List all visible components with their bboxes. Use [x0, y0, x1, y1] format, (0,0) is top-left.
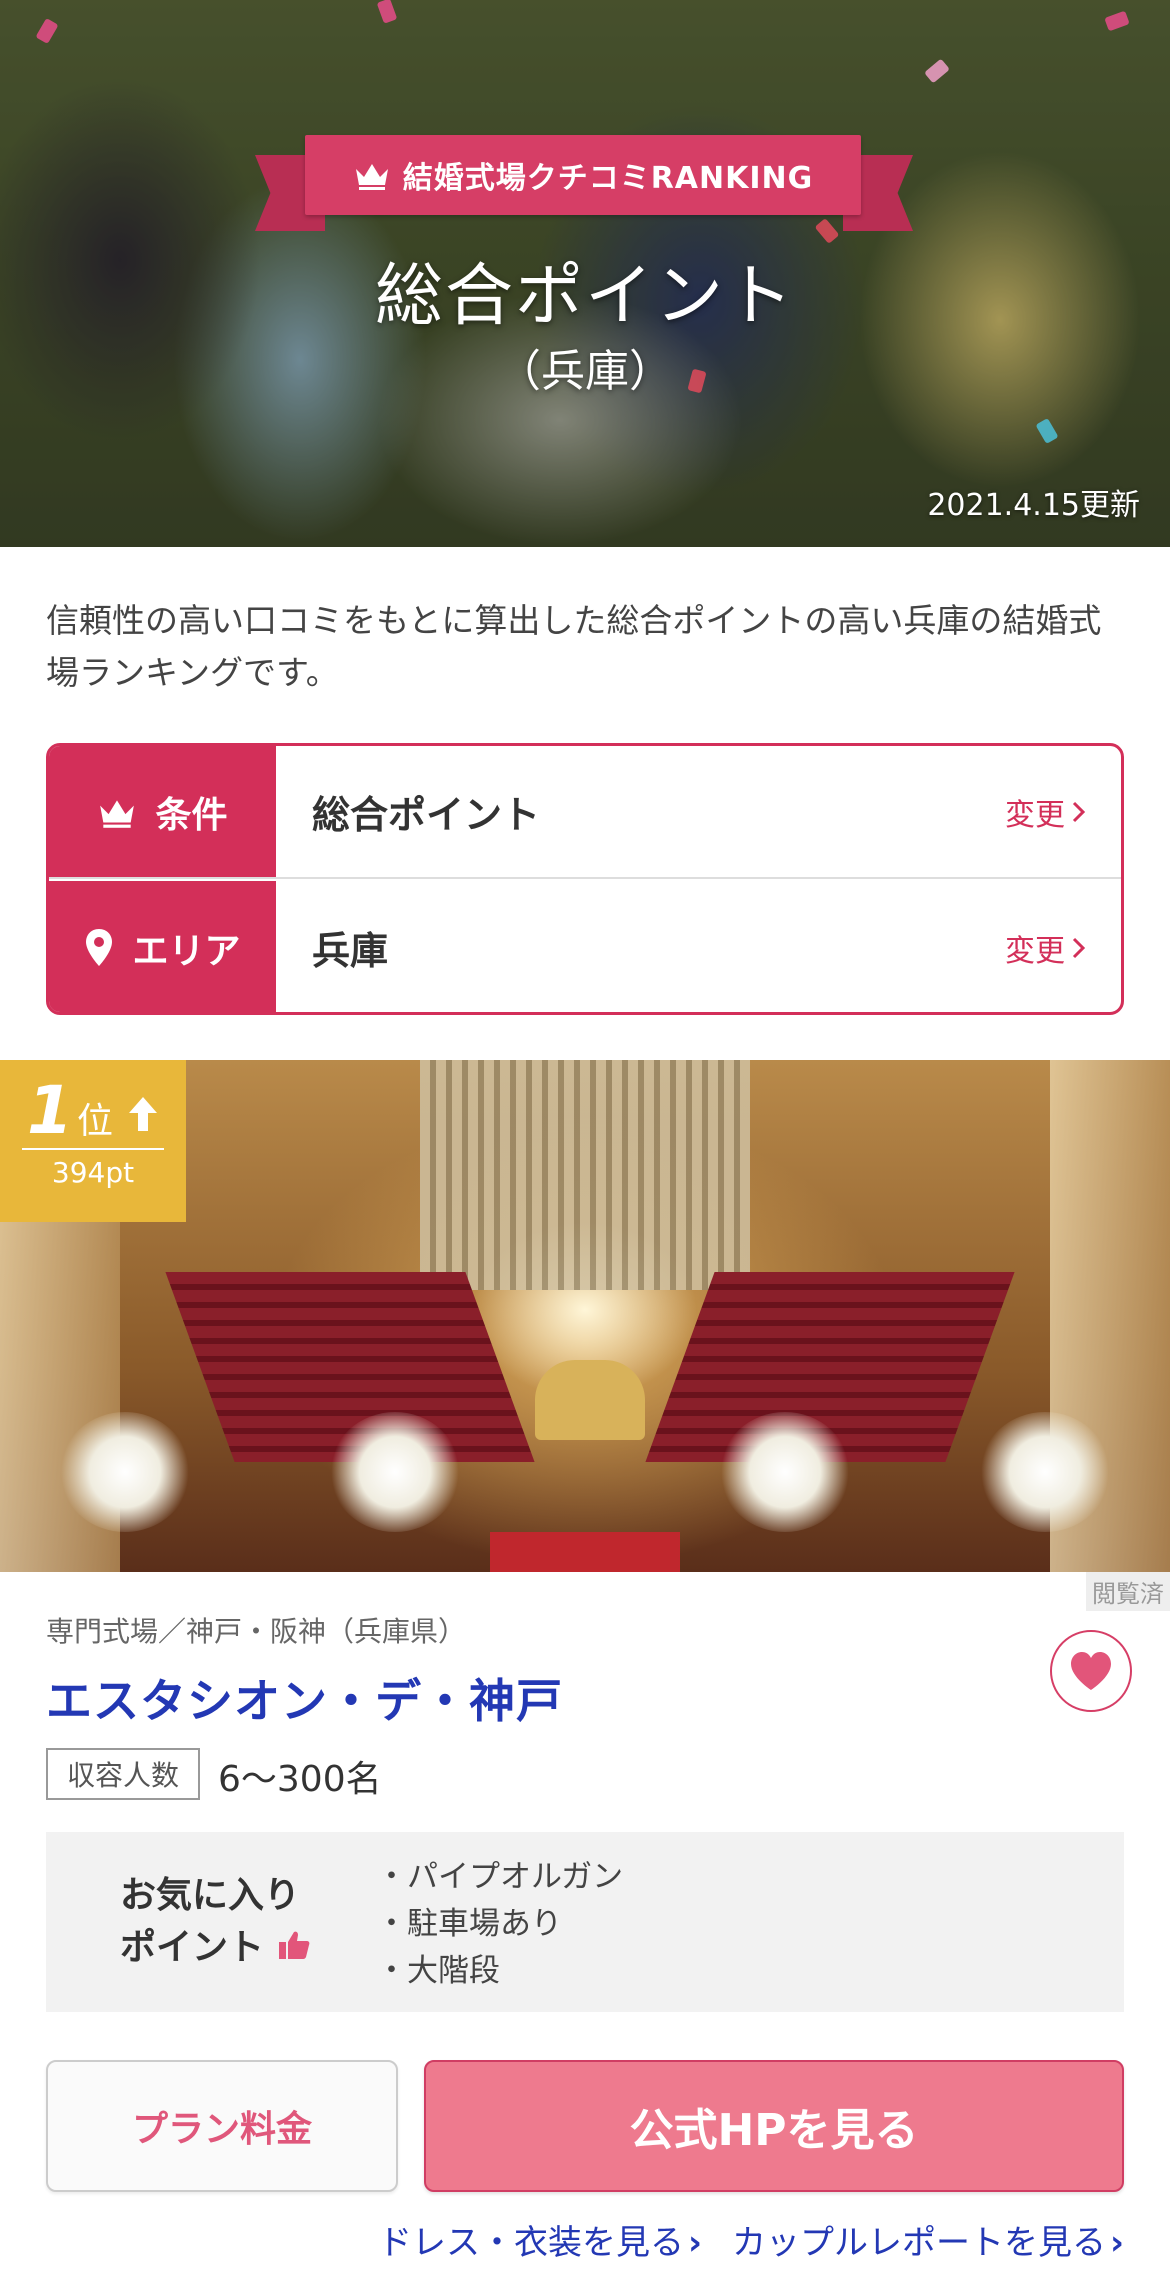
- area-label: エリア: [132, 930, 241, 972]
- change-criteria-link[interactable]: 変更: [1005, 746, 1121, 877]
- dress-link[interactable]: ドレス・衣装を見る ›: [378, 2215, 702, 2264]
- favorite-points-box: お気に入り ポイント ・パイプオルガン ・駐車場あり ・大階段: [46, 1832, 1124, 2012]
- flower-arrangement: [720, 1412, 850, 1532]
- thumbs-up-icon: [278, 1931, 309, 1959]
- favorite-points-title: お気に入り ポイント: [120, 1870, 311, 1974]
- area-label-box: エリア: [49, 881, 276, 1012]
- venue-name-link[interactable]: エスタシオン・デ・神戸: [46, 1665, 563, 1731]
- venue-category: 専門式場／神戸・阪神（兵庫県）: [46, 1615, 467, 1648]
- condition-row-criteria[interactable]: 条件 総合ポイント 変更: [49, 746, 1121, 879]
- flower-arrangement: [330, 1412, 460, 1532]
- chevron-right-icon: [1072, 801, 1086, 822]
- rank-badge: 1 位 394pt: [0, 1060, 186, 1222]
- dress-link-label: ドレス・衣装を見る: [377, 2223, 684, 2263]
- updated-date: 2021.4.15更新: [927, 488, 1140, 523]
- chevron-right-icon: ›: [687, 2223, 702, 2263]
- condition-value: 総合ポイント: [312, 793, 541, 837]
- page-subtitle: （兵庫）: [497, 346, 673, 397]
- favorite-points-list: ・パイプオルガン ・駐車場あり ・大階段: [376, 1854, 623, 1995]
- area-value: 兵庫: [312, 929, 389, 973]
- map-pin-icon: [86, 928, 113, 966]
- favorite-point-item: ・パイプオルガン: [376, 1859, 624, 1895]
- change-label: 変更: [1005, 797, 1065, 833]
- heart-icon: [1071, 1652, 1111, 1690]
- favorite-title-line1: お気に入り: [120, 1875, 301, 1916]
- chevron-right-icon: [1072, 937, 1086, 958]
- official-site-button[interactable]: 公式HPを見る: [424, 2060, 1124, 2192]
- crown-icon: [355, 164, 388, 190]
- rank-points: 394pt: [51, 1156, 135, 1189]
- flower-arrangement: [60, 1412, 190, 1532]
- grand-piano-graphic: [535, 1360, 645, 1440]
- condition-label-box: 条件: [49, 746, 276, 877]
- ranking-ribbon: 結婚式場クチコミRANKING: [305, 135, 861, 215]
- change-area-link[interactable]: 変更: [1005, 881, 1121, 1012]
- couple-report-link-label: カップルレポートを見る: [731, 2223, 1106, 2263]
- condition-panel: 条件 総合ポイント 変更 エリア 兵庫 変更: [46, 743, 1124, 1015]
- ranking-ribbon-label: 結婚式場クチコミRANKING: [402, 161, 814, 196]
- favorite-point-item: ・駐車場あり: [376, 1906, 562, 1942]
- hero-banner-image: 結婚式場クチコミRANKING 総合ポイント （兵庫） 2021.4.15更新: [0, 0, 1170, 547]
- rank-number: 1: [27, 1072, 73, 1149]
- arrow-up-icon: [128, 1097, 157, 1131]
- pipe-organ-graphic: [420, 1060, 750, 1290]
- condition-row-area[interactable]: エリア 兵庫 変更: [49, 881, 1121, 1012]
- crown-icon: [100, 799, 135, 828]
- condition-label: 条件: [155, 794, 228, 836]
- viewed-badge: 閲覧済: [1086, 1572, 1170, 1611]
- red-carpet-aisle: [490, 1532, 680, 1572]
- capacity-label: 収容人数: [46, 1748, 200, 1800]
- favorite-title-line2: ポイント: [120, 1927, 265, 1968]
- chevron-right-icon: ›: [1109, 2223, 1124, 2263]
- flower-arrangement: [980, 1412, 1110, 1532]
- page-title: 総合ポイント: [374, 257, 795, 336]
- venue-links: ドレス・衣装を見る › カップルレポートを見る ›: [378, 2215, 1124, 2264]
- rank-suffix: 位: [76, 1101, 113, 1142]
- capacity-value: 6〜300名: [218, 1759, 382, 1800]
- couple-report-link[interactable]: カップルレポートを見る ›: [732, 2215, 1124, 2264]
- favorite-point-item: ・大階段: [376, 1953, 500, 1989]
- favorite-button[interactable]: [1050, 1630, 1132, 1712]
- plan-price-button[interactable]: プラン料金: [46, 2060, 398, 2192]
- ranking-description: 信頼性の高い口コミをもとに算出した総合ポイントの高い兵庫の結婚式場ランキングです…: [46, 601, 1102, 692]
- change-label: 変更: [1005, 933, 1065, 969]
